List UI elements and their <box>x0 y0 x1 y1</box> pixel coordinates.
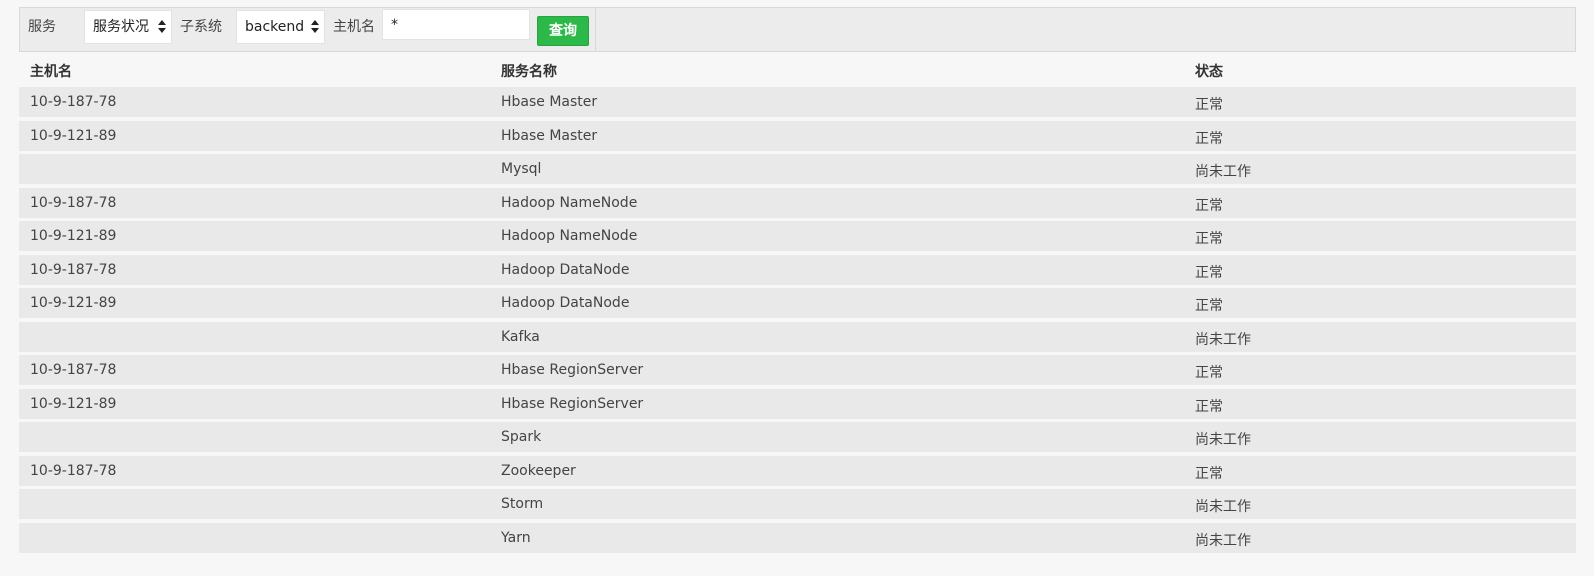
host-cell: 10-9-121-89 <box>30 395 117 412</box>
service-select[interactable]: 服务状况 <box>84 10 172 44</box>
status-cell: 正常 <box>1195 365 1223 381</box>
status-cell: 尚未工作 <box>1195 164 1251 180</box>
table-row: 10-9-187-78 Hadoop DataNode 正常 <box>19 254 1576 285</box>
service-cell: Mysql <box>501 161 542 177</box>
host-cell: 10-9-187-78 <box>30 462 117 479</box>
service-cell: Hbase RegionServer <box>501 362 644 378</box>
status-cell: 尚未工作 <box>1195 532 1251 549</box>
status-cell: 正常 <box>1195 298 1223 314</box>
host-cell: 10-9-121-89 <box>30 228 117 244</box>
status-cell: 正常 <box>1195 197 1223 214</box>
service-select-value: 服务状况 <box>93 19 149 35</box>
host-cell: 10-9-187-78 <box>30 261 117 278</box>
subsystem-label: 子系统 <box>180 19 222 35</box>
service-cell: Kafka <box>501 328 540 345</box>
table-row: 10-9-121-89 Hadoop DataNode 正常 <box>19 288 1576 318</box>
status-cell: 尚未工作 <box>1195 499 1251 515</box>
status-cell: 正常 <box>1195 97 1223 113</box>
table-row: Storm 尚未工作 <box>19 489 1576 519</box>
column-header-service-name: 服务名称 <box>501 64 557 80</box>
status-cell: 正常 <box>1195 398 1223 415</box>
service-cell: Hbase Master <box>501 94 598 110</box>
service-cell: Hadoop DataNode <box>501 261 630 278</box>
service-cell: Hadoop NameNode <box>501 194 638 211</box>
table-row: Kafka 尚未工作 <box>19 321 1576 352</box>
service-cell: Hadoop NameNode <box>501 228 638 244</box>
table-row: 10-9-121-89 Hbase Master 正常 <box>19 120 1576 151</box>
select-updown-icon <box>158 19 166 35</box>
host-cell: 10-9-121-89 <box>30 295 117 311</box>
column-header-status: 状态 <box>1195 64 1223 80</box>
service-table-body: 10-9-187-78 Hbase Master 正常 10-9-121-89 … <box>19 87 1576 556</box>
toolbar-divider <box>595 8 596 51</box>
column-header-hostname: 主机名 <box>30 64 72 80</box>
table-row: 10-9-187-78 Hbase Master 正常 <box>19 87 1576 117</box>
hostname-label: 主机名 <box>333 19 375 35</box>
table-header: 主机名 服务名称 状态 <box>19 53 1576 86</box>
service-cell: Hadoop DataNode <box>501 295 630 311</box>
status-cell: 尚未工作 <box>1195 331 1251 348</box>
table-row: Spark 尚未工作 <box>19 422 1576 452</box>
service-cell: Storm <box>501 496 544 512</box>
host-cell: 10-9-121-89 <box>30 127 117 144</box>
service-cell: Yarn <box>501 529 531 546</box>
service-cell: Zookeeper <box>501 462 576 479</box>
table-row: 10-9-121-89 Hadoop NameNode 正常 <box>19 221 1576 251</box>
host-cell: 10-9-187-78 <box>30 194 117 211</box>
table-row: Yarn 尚未工作 <box>19 522 1576 553</box>
status-cell: 尚未工作 <box>1195 432 1251 448</box>
status-cell: 正常 <box>1195 130 1223 147</box>
service-label: 服务 <box>28 19 56 35</box>
table-row: 10-9-187-78 Hbase RegionServer 正常 <box>19 355 1576 385</box>
host-cell: 10-9-187-78 <box>30 362 117 378</box>
table-row: 10-9-121-89 Hbase RegionServer 正常 <box>19 388 1576 419</box>
host-cell: 10-9-187-78 <box>30 94 117 110</box>
select-updown-icon <box>311 19 319 35</box>
table-row: Mysql 尚未工作 <box>19 154 1576 184</box>
service-cell: Hbase Master <box>501 127 598 144</box>
hostname-input[interactable] <box>382 9 530 40</box>
table-row: 10-9-187-78 Zookeeper 正常 <box>19 455 1576 486</box>
status-cell: 正常 <box>1195 264 1223 281</box>
service-cell: Spark <box>501 429 542 445</box>
subsystem-select-value: backend <box>245 19 305 35</box>
filter-toolbar: 服务 服务状况 子系统 backend 主机名 查询 <box>19 7 1576 52</box>
query-button[interactable]: 查询 <box>537 16 589 46</box>
status-cell: 正常 <box>1195 465 1223 482</box>
service-cell: Hbase RegionServer <box>501 395 644 412</box>
table-row: 10-9-187-78 Hadoop NameNode 正常 <box>19 187 1576 218</box>
subsystem-select[interactable]: backend <box>236 10 325 44</box>
status-cell: 正常 <box>1195 231 1223 247</box>
